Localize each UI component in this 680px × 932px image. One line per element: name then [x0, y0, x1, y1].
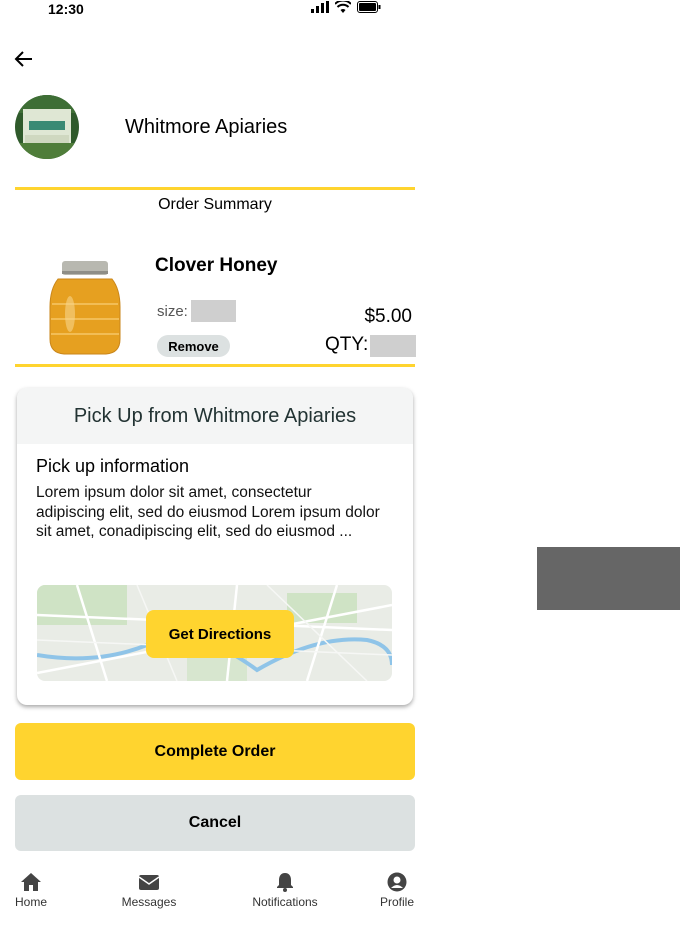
nav-label: Messages [121, 895, 177, 909]
nav-messages[interactable]: Messages [120, 872, 178, 909]
store-avatar [15, 95, 79, 159]
bell-icon [277, 873, 293, 892]
envelope-icon [138, 875, 160, 890]
divider [15, 187, 415, 190]
pickup-header: Pick Up from Whitmore Apiaries [17, 388, 413, 444]
pickup-info-text: Lorem ipsum dolor sit amet, consectetur … [36, 484, 380, 540]
store-name: Whitmore Apiaries [125, 116, 288, 138]
back-arrow-icon[interactable] [12, 48, 36, 70]
pickup-card: Pick Up from Whitmore Apiaries Pick up i… [17, 388, 413, 705]
status-icons [311, 1, 381, 13]
size-label: size: [157, 303, 188, 320]
nav-label: Notifications [252, 895, 318, 909]
honey-jar-image [49, 261, 121, 355]
nav-label: Home [14, 895, 47, 909]
order-summary-title: Order Summary [158, 196, 272, 213]
wifi-icon [335, 1, 351, 13]
nav-label: Profile [379, 895, 414, 909]
cancel-button[interactable]: Cancel [15, 795, 415, 851]
nav-profile[interactable]: Profile [379, 872, 415, 909]
user-circle-icon [387, 872, 407, 892]
signal-icon [311, 1, 329, 13]
pickup-info-title: Pick up information [36, 456, 190, 476]
product-price: $5.00 [364, 306, 412, 327]
remove-button[interactable]: Remove [157, 335, 230, 357]
home-icon [21, 873, 41, 891]
gray-overlay-block [537, 547, 680, 610]
size-value[interactable] [191, 300, 236, 322]
qty-label: QTY: [325, 334, 369, 355]
product-name: Clover Honey [155, 255, 278, 276]
nav-notifications[interactable]: Notifications [250, 872, 320, 909]
divider [15, 364, 415, 367]
qty-value[interactable] [370, 335, 416, 357]
get-directions-button[interactable]: Get Directions [146, 610, 294, 658]
nav-home[interactable]: Home [14, 872, 48, 909]
status-time: 12:30 [48, 1, 84, 17]
complete-order-button[interactable]: Complete Order [15, 723, 415, 780]
battery-icon [357, 1, 381, 13]
